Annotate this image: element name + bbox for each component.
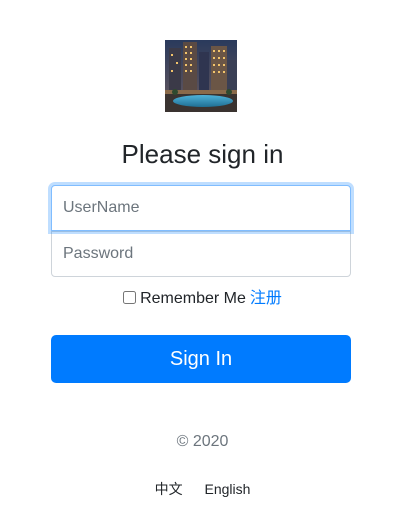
remember-row: Remember Me 注册	[0, 289, 405, 309]
login-page: Please sign in Remember Me注册 Sign In © 2…	[0, 0, 405, 529]
hotel-logo-image	[165, 40, 237, 112]
remember-me-checkbox[interactable]	[123, 291, 137, 304]
remember-me-label[interactable]: Remember Me	[140, 290, 246, 307]
register-link[interactable]: 注册	[250, 290, 282, 307]
language-link-english[interactable]: English	[204, 481, 250, 497]
page-title: Please sign in	[121, 139, 284, 169]
hotel-pool-icon	[165, 40, 237, 112]
password-input[interactable]	[51, 231, 351, 277]
username-input[interactable]	[51, 185, 351, 231]
sign-in-button[interactable]: Sign In	[51, 335, 351, 383]
copyright-text: © 2020	[176, 433, 229, 450]
language-link-chinese[interactable]: 中文	[155, 481, 183, 497]
language-switcher: 中文 English	[0, 479, 405, 499]
